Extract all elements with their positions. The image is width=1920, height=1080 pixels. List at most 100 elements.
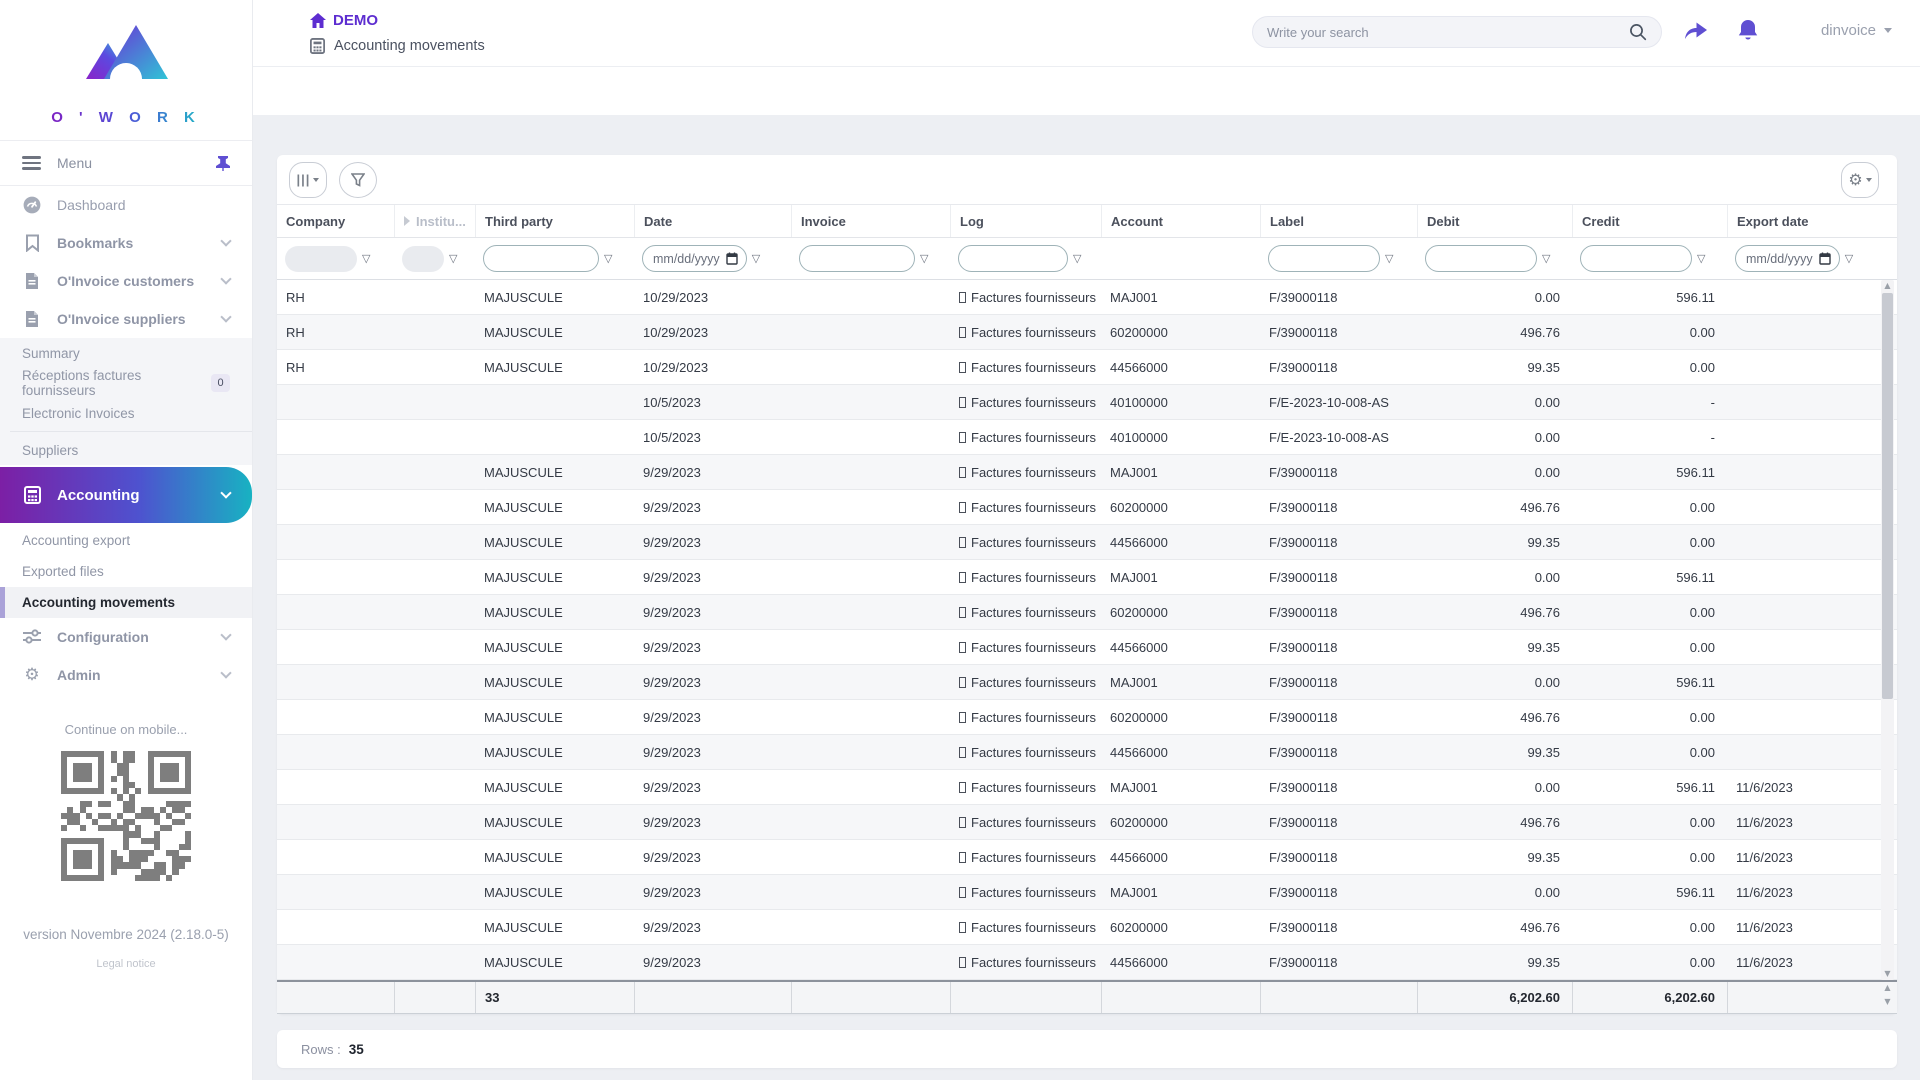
table-row[interactable]: MAJUSCULE9/29/2023Factures fournisseurs4… <box>277 945 1897 980</box>
calendar-icon[interactable] <box>1819 252 1831 265</box>
credit-filter-input[interactable] <box>1580 245 1692 272</box>
table-row[interactable]: RHMAJUSCULE10/29/2023Factures fournisseu… <box>277 350 1897 385</box>
sidebar-item-admin[interactable]: ⚙ Admin <box>0 656 252 694</box>
sidebar-item-oinvoice-suppliers[interactable]: O'Invoice suppliers <box>0 300 252 338</box>
cell-credit: 596.11 <box>1572 290 1727 305</box>
export-date-filter-input[interactable]: mm/dd/yyyy <box>1735 245 1840 272</box>
sidebar-item-electronic-invoices[interactable]: Electronic Invoices <box>0 398 252 428</box>
table-row[interactable]: RHMAJUSCULE10/29/2023Factures fournisseu… <box>277 315 1897 350</box>
legal-notice-link[interactable]: Legal notice <box>0 958 252 970</box>
scroll-down-icon[interactable]: ▼ <box>1884 968 1890 980</box>
table-row[interactable]: 10/5/2023Factures fournisseurs40100000F/… <box>277 385 1897 420</box>
column-header-account[interactable]: Account <box>1101 205 1260 237</box>
log-filter-input[interactable] <box>958 245 1068 272</box>
table-row[interactable]: MAJUSCULE9/29/2023Factures fournisseurs6… <box>277 490 1897 525</box>
table-row[interactable]: MAJUSCULE9/29/2023Factures fournisseurs4… <box>277 840 1897 875</box>
table-row[interactable]: MAJUSCULE9/29/2023Factures fournisseurs4… <box>277 735 1897 770</box>
debit-filter-input[interactable] <box>1425 245 1537 272</box>
sidebar-item-accounting-movements[interactable]: Accounting movements <box>0 587 252 618</box>
invoice-filter-input[interactable] <box>799 245 915 272</box>
column-header-export-date[interactable]: Export date <box>1727 205 1875 237</box>
search-icon[interactable] <box>1629 23 1647 41</box>
filter-funnel-icon[interactable]: ▽ <box>1697 252 1705 265</box>
column-header-label[interactable]: Label <box>1260 205 1417 237</box>
sidebar-item-dashboard[interactable]: Dashboard <box>0 186 252 224</box>
pin-sidebar-icon[interactable] <box>216 155 230 171</box>
filter-funnel-icon[interactable]: ▽ <box>362 252 370 265</box>
table-row[interactable]: MAJUSCULE9/29/2023Factures fournisseursM… <box>277 665 1897 700</box>
filter-funnel-icon[interactable]: ▽ <box>920 252 928 265</box>
scroll-down-icon[interactable]: ▼ <box>1884 998 1890 1006</box>
filter-funnel-icon[interactable]: ▽ <box>1845 252 1853 265</box>
table-row[interactable]: MAJUSCULE9/29/2023Factures fournisseurs4… <box>277 525 1897 560</box>
scroll-up-icon[interactable]: ▲ <box>1884 984 1890 992</box>
cell-debit: 99.35 <box>1417 360 1572 375</box>
column-header-date[interactable]: Date <box>634 205 791 237</box>
sidebar-item-oinvoice-customers[interactable]: O'Invoice customers <box>0 262 252 300</box>
sidebar-item-label: Bookmarks <box>57 235 133 251</box>
table-row[interactable]: MAJUSCULE9/29/2023Factures fournisseursM… <box>277 875 1897 910</box>
sidebar-item-exported-files[interactable]: Exported files <box>0 556 252 587</box>
sidebar: O ' W O R K Menu Dashboard Bookmarks O'I… <box>0 0 253 1080</box>
table-row[interactable]: 10/5/2023Factures fournisseurs40100000F/… <box>277 420 1897 455</box>
cell-credit: 0.00 <box>1572 850 1727 865</box>
missing-glyph-icon <box>959 362 966 373</box>
table-row[interactable]: MAJUSCULE9/29/2023Factures fournisseurs6… <box>277 805 1897 840</box>
table-row[interactable]: MAJUSCULE9/29/2023Factures fournisseursM… <box>277 455 1897 490</box>
calendar-icon[interactable] <box>726 252 738 265</box>
search-input[interactable] <box>1267 25 1629 40</box>
cell-log: Factures fournisseurs <box>950 675 1101 690</box>
sidebar-item-suppliers[interactable]: Suppliers <box>0 435 252 465</box>
filter-funnel-icon[interactable]: ▽ <box>449 252 457 265</box>
date-filter-input[interactable]: mm/dd/yyyy <box>642 245 747 272</box>
menu-toggle[interactable]: Menu <box>0 140 252 186</box>
missing-glyph-icon <box>959 502 966 513</box>
column-header-third-party[interactable]: Third party <box>475 205 634 237</box>
sidebar-item-bookmarks[interactable]: Bookmarks <box>0 224 252 262</box>
filter-funnel-icon[interactable]: ▽ <box>752 252 760 265</box>
cell-third-party: MAJUSCULE <box>475 500 634 515</box>
third-party-filter-input[interactable] <box>483 245 599 272</box>
column-header-credit[interactable]: Credit <box>1572 205 1727 237</box>
table-row[interactable]: MAJUSCULE9/29/2023Factures fournisseursM… <box>277 560 1897 595</box>
label-filter-input[interactable] <box>1268 245 1380 272</box>
cell-log: Factures fournisseurs <box>950 815 1101 830</box>
column-header-debit[interactable]: Debit <box>1417 205 1572 237</box>
sidebar-item-accounting-export[interactable]: Accounting export <box>0 525 252 556</box>
sidebar-item-receptions-factures[interactable]: Réceptions factures fournisseurs 0 <box>0 368 252 398</box>
sidebar-item-configuration[interactable]: Configuration <box>0 618 252 656</box>
sidebar-item-accounting[interactable]: Accounting <box>0 467 252 523</box>
breadcrumb-home[interactable]: DEMO <box>310 12 485 29</box>
scroll-up-icon[interactable]: ▲ <box>1884 280 1890 292</box>
scrollbar-thumb[interactable] <box>1882 293 1893 699</box>
top-header: DEMO Accounting movements dinvoice <box>253 0 1920 115</box>
filter-funnel-icon[interactable]: ▽ <box>1542 252 1550 265</box>
columns-chooser-button[interactable]: ||| <box>289 162 327 198</box>
sidebar-item-summary[interactable]: Summary <box>0 338 252 368</box>
cell-label: F/39000118 <box>1260 850 1417 865</box>
table-row[interactable]: MAJUSCULE9/29/2023Factures fournisseursM… <box>277 770 1897 805</box>
vertical-scrollbar[interactable]: ▲ ▼ <box>1881 280 1894 980</box>
totals-scrollbar[interactable]: ▲ ▼ <box>1881 984 1894 1006</box>
filter-funnel-icon[interactable]: ▽ <box>1385 252 1393 265</box>
filter-funnel-icon[interactable]: ▽ <box>604 252 612 265</box>
share-icon[interactable] <box>1683 18 1709 42</box>
column-header-log[interactable]: Log <box>950 205 1101 237</box>
cell-credit: 0.00 <box>1572 955 1727 970</box>
table-row[interactable]: MAJUSCULE9/29/2023Factures fournisseurs6… <box>277 910 1897 945</box>
filter-button[interactable] <box>339 162 377 198</box>
cell-log: Factures fournisseurs <box>950 780 1101 795</box>
user-menu[interactable]: dinvoice <box>1821 22 1892 39</box>
expand-column-icon[interactable] <box>404 216 410 226</box>
notifications-bell-icon[interactable] <box>1736 18 1760 43</box>
table-row[interactable]: MAJUSCULE9/29/2023Factures fournisseurs6… <box>277 595 1897 630</box>
filter-funnel-icon[interactable]: ▽ <box>1073 252 1081 265</box>
table-row[interactable]: MAJUSCULE9/29/2023Factures fournisseurs6… <box>277 700 1897 735</box>
table-settings-button[interactable]: ⚙ <box>1841 162 1879 198</box>
column-header-company[interactable]: Company <box>277 205 394 237</box>
column-header-institution[interactable]: Institu... <box>394 205 475 237</box>
cell-label: F/39000118 <box>1260 325 1417 340</box>
table-row[interactable]: MAJUSCULE9/29/2023Factures fournisseurs4… <box>277 630 1897 665</box>
column-header-invoice[interactable]: Invoice <box>791 205 950 237</box>
table-row[interactable]: RHMAJUSCULE10/29/2023Factures fournisseu… <box>277 280 1897 315</box>
